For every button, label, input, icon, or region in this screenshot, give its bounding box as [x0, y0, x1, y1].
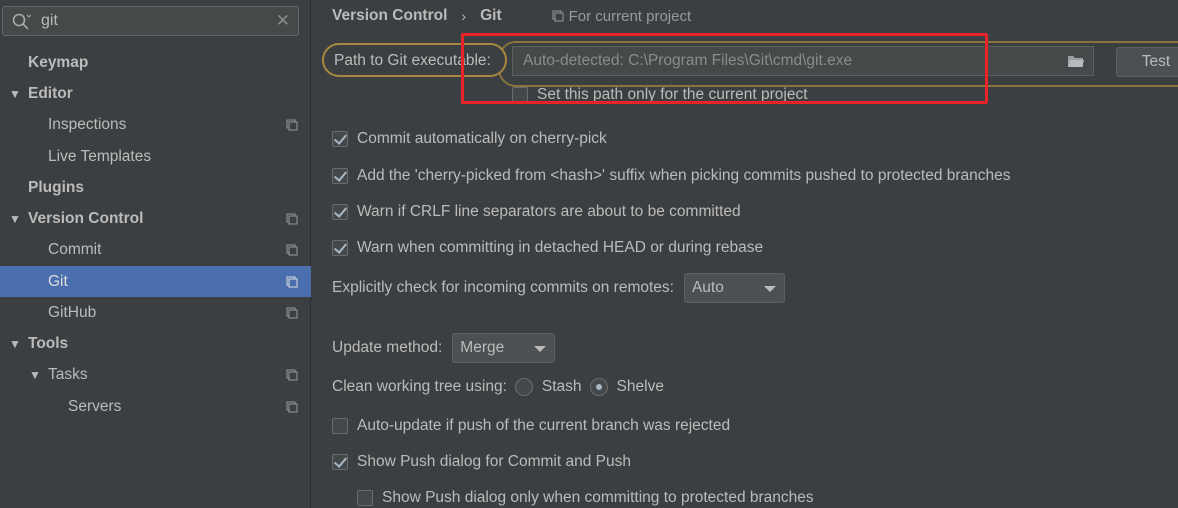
project-scope-icon: [286, 307, 298, 318]
sidebar-item-tasks[interactable]: ▼ Tasks: [0, 359, 311, 390]
breadcrumb: Version Control › Git For current projec…: [332, 6, 691, 26]
search-icon: [12, 13, 31, 30]
shelve-label[interactable]: Shelve: [617, 378, 664, 396]
clean-tree-label: Clean working tree using:: [332, 378, 507, 395]
stash-radio[interactable]: [514, 378, 533, 396]
sidebar-item-label: Plugins: [28, 178, 84, 196]
sidebar-item-label: Git: [48, 272, 68, 290]
auto-update-option[interactable]: Auto-update if push of the current branc…: [332, 416, 730, 436]
project-scope-icon: [286, 276, 298, 287]
expand-arrow-icon[interactable]: ▼: [9, 88, 21, 100]
incoming-commits-value: Auto: [691, 279, 724, 296]
cherry-pick-checkbox[interactable]: [332, 131, 348, 147]
incoming-commits-label: Explicitly check for incoming commits on…: [332, 279, 674, 296]
sidebar-item-github[interactable]: GitHub: [0, 297, 311, 328]
chevron-down-icon: [763, 286, 776, 292]
project-scope-icon: [552, 10, 564, 22]
clean-tree-row: Clean working tree using: Stash Shelve: [332, 378, 664, 396]
incoming-commits-row: Explicitly check for incoming commits on…: [332, 273, 785, 303]
git-path-field[interactable]: Auto-detected: C:\Program Files\Git\cmd\…: [512, 46, 1094, 76]
sidebar-item-label: Keymap: [28, 53, 89, 71]
sidebar-item-keymap[interactable]: Keymap: [0, 47, 311, 78]
sidebar-item-label: Tools: [28, 334, 69, 352]
cherry-suffix-label: Add the 'cherry-picked from <hash>' suff…: [357, 167, 1011, 184]
clear-search-icon[interactable]: ✕: [276, 11, 290, 31]
auto-update-checkbox[interactable]: [332, 418, 348, 434]
chevron-right-icon: ›: [461, 8, 467, 24]
project-scope-icon: [286, 119, 298, 130]
sidebar-item-label: Tasks: [48, 365, 88, 383]
sidebar-item-label: GitHub: [48, 303, 97, 321]
sidebar-item-editor[interactable]: ▼ Editor: [0, 78, 311, 109]
git-path-row: Path to Git executable: Auto-detected: C…: [322, 41, 1178, 87]
sidebar-item-plugins[interactable]: Plugins: [0, 172, 311, 203]
settings-search-field[interactable]: git ✕: [2, 6, 299, 36]
project-scope-icon: [286, 369, 298, 380]
update-method-row: Update method: Merge: [332, 333, 556, 363]
sidebar-item-inspections[interactable]: Inspections: [0, 109, 311, 140]
expand-arrow-icon[interactable]: ▼: [29, 369, 41, 381]
search-highlight-label: Path to Git executable:: [322, 43, 507, 77]
sidebar-item-servers[interactable]: Servers: [0, 391, 311, 422]
stash-label[interactable]: Stash: [542, 378, 582, 396]
sidebar-item-label: Servers: [68, 397, 122, 415]
sidebar-item-version-control[interactable]: ▼ Version Control: [0, 203, 311, 234]
breadcrumb-parent[interactable]: Version Control: [332, 7, 447, 25]
sidebar-item-live-templates[interactable]: Live Templates: [0, 141, 311, 172]
update-method-value: Merge: [460, 339, 505, 356]
show-push-checkbox[interactable]: [332, 454, 348, 470]
path-project-only-option[interactable]: Set this path only for the current proje…: [512, 85, 808, 105]
git-path-label: Path to Git executable:: [334, 52, 491, 69]
path-project-only-label: Set this path only for the current proje…: [537, 86, 808, 103]
breadcrumb-current: Git: [480, 7, 502, 24]
sidebar-item-label: Editor: [28, 84, 73, 102]
auto-update-label: Auto-update if push of the current branc…: [357, 417, 731, 434]
show-push-protected-checkbox[interactable]: [357, 490, 373, 506]
cherry-suffix-checkbox[interactable]: [332, 168, 348, 184]
detached-head-checkbox[interactable]: [332, 240, 348, 256]
show-push-option[interactable]: Show Push dialog for Commit and Push: [332, 452, 631, 472]
cherry-pick-label: Commit automatically on cherry-pick: [357, 130, 607, 147]
shelve-radio[interactable]: [589, 378, 608, 396]
sidebar-item-commit[interactable]: Commit: [0, 234, 311, 265]
project-scope-icon: [286, 401, 298, 412]
show-push-label: Show Push dialog for Commit and Push: [357, 453, 631, 470]
incoming-commits-select[interactable]: Auto: [683, 273, 785, 303]
scope-indicator: For current project: [552, 7, 692, 25]
cherry-pick-option[interactable]: Commit automatically on cherry-pick: [332, 129, 607, 149]
settings-main-panel: Version Control › Git For current projec…: [312, 0, 1178, 508]
chevron-down-icon: [534, 346, 547, 352]
project-scope-icon: [286, 213, 298, 224]
show-push-protected-label: Show Push dialog only when committing to…: [382, 489, 814, 506]
sidebar-item-tools[interactable]: ▼ Tools: [0, 328, 311, 359]
project-scope-icon: [286, 244, 298, 255]
expand-arrow-icon[interactable]: ▼: [9, 213, 21, 225]
path-project-only-checkbox[interactable]: [512, 87, 528, 103]
crlf-warning-option[interactable]: Warn if CRLF line separators are about t…: [332, 202, 741, 222]
show-push-protected-option[interactable]: Show Push dialog only when committing to…: [357, 488, 814, 508]
cherry-suffix-option[interactable]: Add the 'cherry-picked from <hash>' suff…: [332, 166, 1011, 186]
scope-label: For current project: [568, 7, 692, 25]
update-method-label: Update method:: [332, 339, 443, 356]
update-method-select[interactable]: Merge: [452, 333, 556, 363]
search-input[interactable]: git: [41, 12, 58, 30]
expand-arrow-icon[interactable]: ▼: [9, 338, 21, 350]
sidebar-item-git[interactable]: Git: [0, 266, 311, 297]
sidebar-item-label: Commit: [48, 240, 102, 258]
sidebar-item-label: Version Control: [28, 209, 144, 227]
git-path-input[interactable]: Auto-detected: C:\Program Files\Git\cmd\…: [523, 52, 852, 70]
settings-sidebar: git ✕ Keymap ▼ Editor Inspections Live T…: [0, 0, 311, 508]
crlf-warning-label: Warn if CRLF line separators are about t…: [357, 203, 741, 220]
sidebar-item-label: Live Templates: [48, 147, 152, 165]
detached-head-label: Warn when committing in detached HEAD or…: [357, 239, 764, 256]
test-button[interactable]: Test: [1116, 47, 1178, 77]
sidebar-item-label: Inspections: [48, 115, 127, 133]
crlf-warning-checkbox[interactable]: [332, 204, 348, 220]
folder-open-icon[interactable]: [1067, 54, 1085, 68]
detached-head-option[interactable]: Warn when committing in detached HEAD or…: [332, 238, 763, 258]
